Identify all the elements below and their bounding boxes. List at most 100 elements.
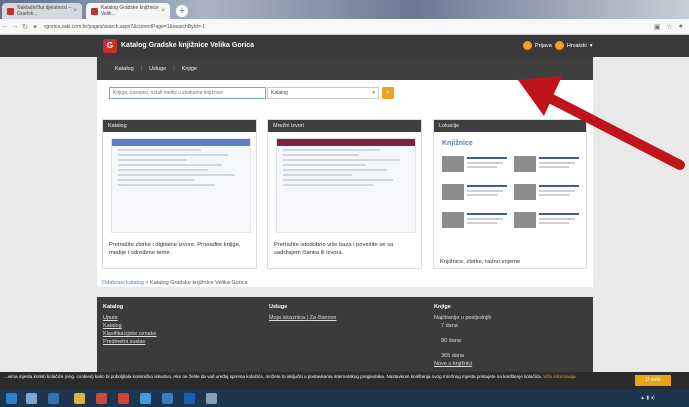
preview-line — [118, 169, 208, 171]
preview-line — [283, 149, 380, 151]
preview-line — [283, 174, 352, 176]
preview-line — [118, 174, 236, 176]
location-item[interactable] — [514, 212, 580, 234]
forward-icon[interactable]: → — [10, 23, 20, 30]
location-photo — [442, 212, 464, 228]
app-icon[interactable] — [162, 393, 173, 404]
location-item[interactable] — [442, 184, 508, 206]
catalog-preview-image[interactable] — [111, 138, 251, 233]
file-explorer-icon[interactable] — [74, 393, 85, 404]
location-line — [467, 190, 503, 192]
new-tab-button[interactable]: + — [176, 5, 188, 17]
language-icon[interactable] — [554, 41, 564, 50]
account-icon[interactable]: ● — [679, 23, 683, 31]
footer-link[interactable]: 7 dana — [434, 323, 491, 329]
card-header: Katalog — [103, 120, 256, 132]
app-icon[interactable] — [118, 393, 129, 404]
footer-link[interactable]: 365 dana — [434, 353, 491, 359]
app-icon[interactable] — [206, 393, 217, 404]
tab-title: Katalog Gradske knjižnice Velik... — [101, 5, 159, 17]
search-icon[interactable] — [26, 393, 37, 404]
site-header: G Katalog Gradske knjižnice Velika Goric… — [0, 35, 689, 57]
footer-link[interactable]: Klasifikacijske oznake — [103, 331, 157, 337]
library-logo[interactable]: G — [103, 39, 117, 53]
cookie-more-info-link[interactable]: Više informacija — [543, 374, 575, 379]
card-mrezni-izvori[interactable]: Mrežni izvori Pretražite istodobno više … — [267, 119, 422, 269]
browser-tab-2[interactable]: Katalog Gradske knjižnice Velik... × — [86, 3, 170, 19]
preview-line — [283, 164, 366, 166]
preview-line — [118, 184, 215, 186]
favicon-icon — [7, 7, 14, 15]
favicon-icon — [91, 7, 98, 15]
system-tray[interactable]: ▲ ▮ ◂) — [640, 393, 680, 404]
location-line — [539, 218, 575, 220]
cookie-banner: ...vima mjesta koristi kolačiće (eng. co… — [0, 372, 689, 390]
card-description: Pretražite istodobno više baza i povežit… — [274, 242, 394, 256]
cookie-accept-button[interactable]: U redu — [635, 375, 671, 386]
footer-link[interactable]: 90 dana — [434, 338, 491, 344]
breadcrumb-link[interactable]: Odabrani katalog — [102, 280, 144, 286]
login-link[interactable]: Prijava — [535, 43, 552, 49]
location-photo — [442, 156, 464, 172]
location-line — [467, 162, 503, 164]
translate-icon[interactable]: ▣ — [654, 23, 661, 31]
app-icon[interactable] — [184, 393, 195, 404]
preview-line — [118, 154, 229, 156]
location-item[interactable] — [442, 156, 508, 178]
browser-tab-1[interactable]: Nakladnička djelatnost – Gradsk... × — [2, 3, 82, 19]
annotation-arrow-icon — [518, 76, 685, 170]
menu-divider: | — [173, 65, 175, 72]
breadcrumb: Odabrani katalog » Katalog Gradske knjiž… — [102, 280, 248, 286]
cookie-text: ...vima mjesta koristi kolačiće (eng. co… — [4, 374, 542, 379]
location-item[interactable] — [514, 184, 580, 206]
card-description: Pretražite zbirke i digitalne izvore. Pr… — [109, 242, 241, 256]
preview-line — [118, 164, 222, 166]
language-select[interactable]: Hrvatski — [567, 43, 587, 49]
browser-tab-bar: Nakladnička djelatnost – Gradsk... × Kat… — [0, 0, 689, 19]
app-icon[interactable] — [96, 393, 107, 404]
footer-link[interactable]: Nove u knjižnici — [434, 361, 491, 367]
location-line — [539, 190, 575, 192]
preview-line — [283, 184, 373, 186]
chevron-down-icon[interactable]: ▾ — [590, 43, 593, 49]
menu-item-knjige[interactable]: Knjige — [182, 66, 197, 72]
footer-link-label: Moja iskaznica — [269, 315, 306, 321]
back-icon[interactable]: ← — [0, 23, 10, 30]
location-item[interactable] — [442, 212, 508, 234]
lock-icon: ■ — [33, 23, 37, 30]
task-view-icon[interactable] — [48, 393, 59, 404]
card-header: Mrežni izvori — [268, 120, 421, 132]
url-field[interactable]: vgorica.zaki.com.hr/pages/search.aspx?&c… — [44, 24, 205, 30]
card-katalog[interactable]: Katalog Pretražite zbirke i digitalne iz… — [102, 119, 257, 269]
footer-link[interactable]: Upute — [103, 315, 157, 321]
locations-title: Knjižnice — [442, 140, 473, 147]
close-icon[interactable]: × — [73, 8, 77, 14]
footer-link[interactable]: Katalog — [103, 323, 157, 329]
site-title[interactable]: Katalog Gradske knjižnice Velika Gorica — [121, 42, 254, 49]
start-icon[interactable] — [6, 393, 17, 404]
footer-link-label: Za članove — [309, 315, 337, 321]
preview-line — [118, 159, 187, 161]
close-icon[interactable]: × — [161, 8, 165, 14]
location-name — [467, 185, 507, 187]
login-area: Prijava Hrvatski ▾ — [523, 41, 592, 50]
online-sources-preview-image[interactable] — [276, 138, 416, 233]
location-line — [539, 194, 569, 196]
menu-item-katalog[interactable]: Katalog — [115, 66, 134, 72]
user-icon[interactable] — [523, 41, 532, 50]
reload-icon[interactable]: ↻ — [20, 23, 30, 31]
footer-link-moja-iskaznica[interactable]: Moja iskaznica | Za članove — [269, 315, 336, 321]
os-taskbar: ▲ ▮ ◂) — [0, 390, 689, 407]
footer-column-knjige: Knjige Najčitanije u posljednjih 7 dana … — [434, 304, 491, 369]
location-photo — [442, 184, 464, 200]
star-icon[interactable]: ☆ — [666, 23, 672, 31]
browser-icon[interactable] — [140, 393, 151, 404]
location-name — [467, 213, 507, 215]
menu-item-usluge[interactable]: Usluge — [149, 66, 166, 72]
search-input[interactable] — [109, 87, 266, 99]
location-line — [467, 222, 497, 224]
catalog-select[interactable]: Katalog ▾ — [267, 87, 379, 99]
footer-link[interactable]: Predmetni sustav — [103, 339, 157, 345]
search-icon: ⌕ — [386, 89, 390, 96]
search-button[interactable]: ⌕ — [382, 87, 394, 99]
